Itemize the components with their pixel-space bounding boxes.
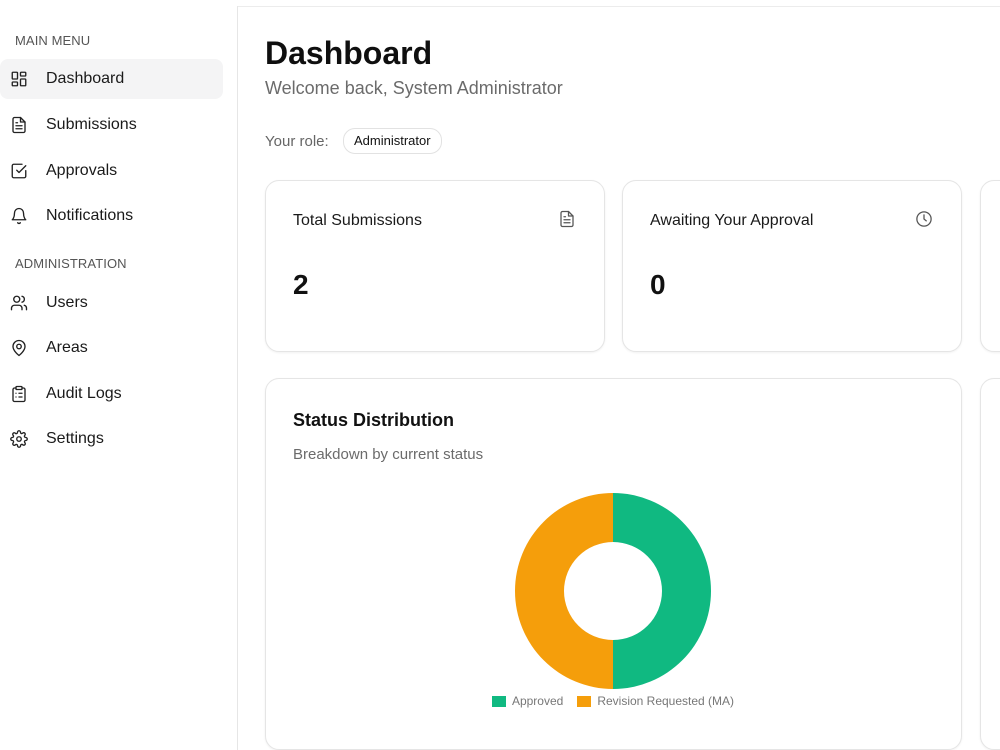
gear-icon	[10, 430, 28, 448]
clipboard-list-icon	[10, 385, 28, 403]
donut-slice-revision-requested-ma[interactable]	[515, 493, 613, 689]
legend-swatch	[491, 695, 506, 707]
file-text-icon	[10, 116, 28, 134]
stat-card-total-submissions: Total Submissions 2	[265, 180, 605, 352]
welcome-text: Welcome back, System Administrator	[265, 78, 563, 98]
page-title: Dashboard	[265, 35, 433, 71]
sidebar-item-settings[interactable]: Settings	[0, 419, 223, 459]
sidebar-item-label: Settings	[46, 430, 104, 447]
stat-card-partial	[980, 180, 1000, 352]
users-icon	[10, 294, 28, 312]
sidebar-item-label: Notifications	[46, 207, 134, 224]
section-title-administration: ADMINISTRATION	[15, 256, 127, 271]
dashboard-grid-icon	[10, 70, 28, 88]
bell-icon	[10, 207, 28, 225]
status-distribution-card: Status Distribution Breakdown by current…	[265, 378, 962, 750]
sidebar-item-label: Audit Logs	[46, 385, 122, 402]
legend-item[interactable]: Revision Requested (MA)	[577, 694, 734, 708]
map-pin-icon	[10, 339, 28, 357]
sidebar-item-notifications[interactable]: Notifications	[0, 196, 223, 236]
status-donut-chart	[515, 493, 711, 689]
role-label: Your role:	[265, 133, 329, 150]
donut-slice-approved[interactable]	[613, 493, 711, 689]
sidebar-item-label: Users	[46, 294, 88, 311]
sidebar-item-label: Submissions	[46, 116, 137, 133]
sidebar-item-label: Areas	[46, 339, 88, 356]
sidebar-item-label: Approvals	[46, 162, 118, 179]
side-card-partial	[980, 378, 1000, 750]
sidebar: MAIN MENU Dashboard Submissions Approval…	[0, 6, 238, 750]
role-badge: Administrator	[343, 128, 442, 154]
sidebar-item-dashboard[interactable]: Dashboard	[0, 59, 223, 99]
sidebar-item-approvals[interactable]: Approvals	[0, 151, 223, 191]
sidebar-item-label: Dashboard	[46, 70, 125, 87]
sidebar-item-areas[interactable]: Areas	[0, 328, 223, 368]
chart-title: Status Distribution	[293, 410, 454, 430]
chart-legend: Approved Revision Requested (MA)	[266, 694, 960, 708]
clock-icon	[915, 210, 933, 228]
section-title-main-menu: MAIN MENU	[15, 33, 91, 48]
stat-title: Awaiting Your Approval	[650, 212, 814, 229]
legend-label: Approved	[511, 694, 564, 708]
legend-item[interactable]: Approved	[491, 694, 564, 708]
legend-label: Revision Requested (MA)	[597, 694, 735, 708]
main-content: Dashboard Welcome back, System Administr…	[238, 6, 1000, 750]
stat-card-awaiting-approval: Awaiting Your Approval 0	[622, 180, 962, 352]
legend-swatch	[577, 695, 592, 707]
stat-value: 2	[293, 269, 309, 300]
sidebar-item-users[interactable]: Users	[0, 283, 223, 323]
sidebar-item-audit-logs[interactable]: Audit Logs	[0, 374, 223, 414]
sidebar-item-submissions[interactable]: Submissions	[0, 105, 223, 145]
stat-value: 0	[650, 269, 666, 300]
chart-subtitle: Breakdown by current status	[293, 446, 484, 463]
stat-title: Total Submissions	[293, 212, 422, 229]
checkbox-icon	[10, 162, 28, 180]
file-text-icon	[558, 210, 576, 228]
